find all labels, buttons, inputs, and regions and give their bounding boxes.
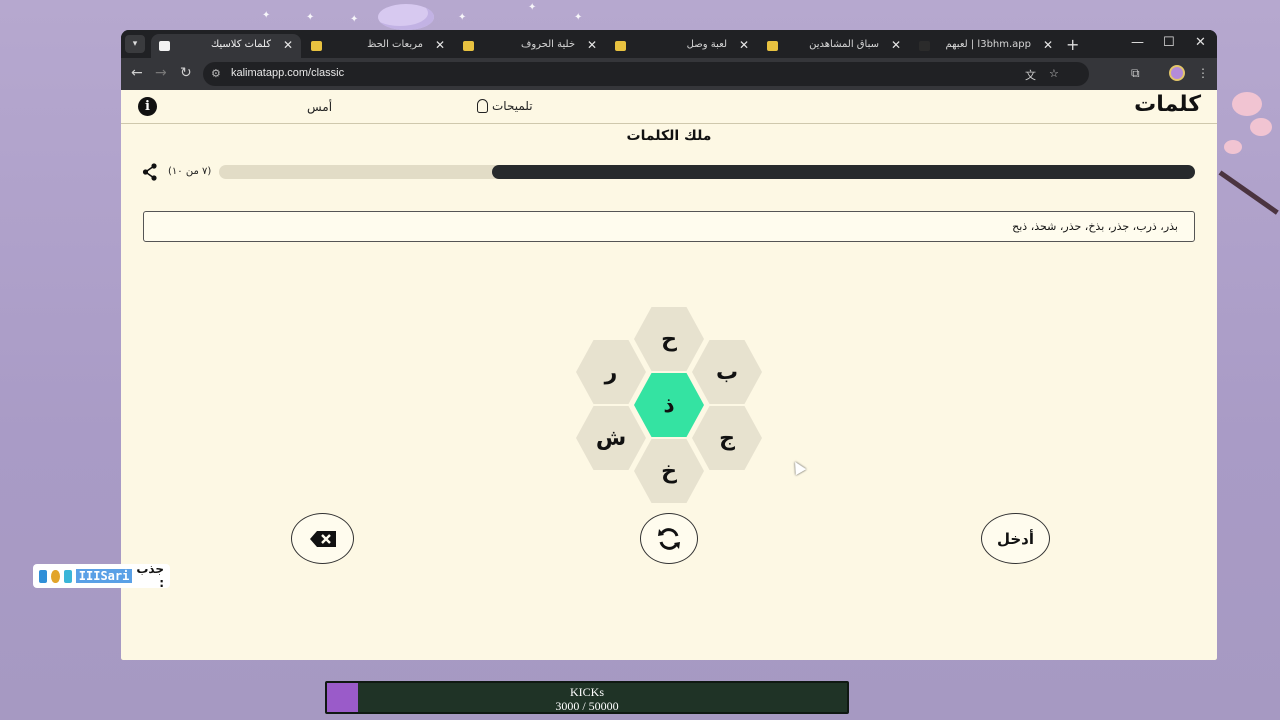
tab-label: سباق المشاهدين: [809, 39, 879, 50]
address-bar[interactable]: ⚙ kalimatapp.com/classic 文 ☆: [203, 62, 1089, 86]
tab-label: l3bhm.app | لعبهم: [945, 39, 1031, 50]
coin-icon: [51, 569, 60, 583]
letter-hex-upper-right[interactable]: ب: [692, 340, 762, 404]
tab-label: مربعات الحظ: [367, 39, 423, 50]
close-window-icon[interactable]: ✕: [1195, 35, 1206, 50]
attract-badge: جذب : IIISari: [33, 562, 170, 590]
letter: ذ: [663, 392, 675, 418]
reload-icon[interactable]: ↻: [180, 65, 192, 81]
star-decoration: ✦: [528, 2, 537, 13]
tab-favicon-icon: [615, 41, 626, 51]
letter-hex-bottom[interactable]: خ: [634, 439, 704, 503]
tab-l3bhm[interactable]: l3bhm.app | لعبهم ✕: [911, 34, 1061, 58]
app-header: كلمات تلميحات أمس i: [121, 90, 1217, 124]
blossom-decoration: [1232, 92, 1262, 116]
branch-decoration: [1218, 170, 1279, 215]
badge-icon: [38, 569, 48, 583]
tab-search-button[interactable]: ▾: [125, 35, 145, 53]
tab-label: كلمات كلاسيك: [210, 39, 271, 50]
back-icon[interactable]: ←: [131, 65, 143, 81]
delete-button[interactable]: [291, 513, 354, 564]
lightbulb-icon: [477, 99, 488, 113]
translate-icon[interactable]: 文: [1025, 67, 1036, 83]
minimize-icon[interactable]: —: [1131, 35, 1144, 50]
shuffle-button[interactable]: [640, 513, 698, 564]
forward-icon[interactable]: →: [155, 65, 167, 81]
browser-toolbar: ← → ↻ ⚙ kalimatapp.com/classic 文 ☆ ⧉ ⋮: [121, 58, 1217, 90]
close-tab-icon[interactable]: ✕: [435, 38, 445, 52]
yesterday-button[interactable]: أمس: [307, 100, 332, 114]
letter-hex-upper-left[interactable]: ر: [576, 340, 646, 404]
badge-label: جذب :: [136, 562, 164, 590]
planet-decoration: [378, 4, 434, 30]
tab-viewers-race[interactable]: سباق المشاهدين ✕: [759, 34, 909, 58]
letter-hex-center[interactable]: ذ: [634, 373, 704, 437]
progress-count: (٧ من ١٠): [168, 166, 212, 177]
profile-avatar[interactable]: [1169, 65, 1185, 81]
close-tab-icon[interactable]: ✕: [891, 38, 901, 52]
found-words-text: بذر، ذرب، جذر، بذخ، حذر، شحذ، ذبح: [1012, 220, 1178, 233]
tab-letters-cell[interactable]: خلية الحروف ✕: [455, 34, 605, 58]
page-content: كلمات تلميحات أمس i ملك الكلمات (٧ من ١٠…: [121, 90, 1217, 660]
rank-title: ملك الكلمات: [626, 128, 712, 144]
browser-menu-icon[interactable]: ⋮: [1197, 66, 1209, 80]
new-tab-icon[interactable]: +: [1066, 35, 1079, 54]
maximize-icon[interactable]: ☐: [1163, 35, 1175, 50]
info-icon[interactable]: i: [138, 97, 157, 116]
tab-strip: ▾ كلمات كلاسيك ✕ مربعات الحظ ✕ خلية الحر…: [121, 30, 1217, 58]
star-decoration: ✦: [458, 12, 467, 23]
tab-favicon-icon: [919, 41, 930, 51]
found-words-box[interactable]: بذر، ذرب، جذر، بذخ، حذر، شحذ، ذبح: [143, 211, 1195, 242]
backspace-icon: [309, 530, 336, 547]
hints-button[interactable]: تلميحات: [477, 99, 533, 113]
tab-favicon-icon: [463, 41, 474, 51]
tab-kalimat-classic[interactable]: كلمات كلاسيك ✕: [151, 34, 301, 58]
app-logo[interactable]: كلمات: [1134, 92, 1201, 117]
badge-icon: [63, 569, 72, 583]
kicks-goal-bar: KICKs 3000 / 50000: [325, 681, 849, 714]
tab-favicon-icon: [767, 41, 778, 51]
progress-bar-fill: [492, 165, 1195, 179]
share-icon[interactable]: [142, 163, 158, 181]
star-decoration: ✦: [574, 12, 583, 23]
star-decoration: ✦: [262, 10, 271, 21]
tab-favicon-icon: [311, 41, 322, 51]
site-info-icon[interactable]: ⚙: [211, 67, 221, 80]
letter: ج: [719, 425, 735, 451]
tab-label: خلية الحروف: [520, 39, 575, 50]
letter: ب: [715, 359, 739, 385]
tab-label: لعبة وصل: [686, 39, 727, 50]
close-tab-icon[interactable]: ✕: [739, 38, 749, 52]
kicks-value: 3000 / 50000: [555, 699, 619, 713]
letter-hex-lower-right[interactable]: ج: [692, 406, 762, 470]
browser-window: ▾ كلمات كلاسيك ✕ مربعات الحظ ✕ خلية الحر…: [121, 30, 1217, 660]
refresh-icon: [658, 527, 680, 550]
letter: ح: [661, 326, 677, 352]
blossom-decoration: [1250, 118, 1272, 136]
tab-favicon-icon: [159, 41, 170, 51]
enter-button[interactable]: أدخل: [981, 513, 1050, 564]
extensions-icon[interactable]: ⧉: [1131, 66, 1140, 81]
letter: ش: [595, 425, 627, 451]
letter-hex-top[interactable]: ح: [634, 307, 704, 371]
letter: خ: [661, 458, 677, 484]
close-tab-icon[interactable]: ✕: [283, 38, 293, 52]
url-text[interactable]: kalimatapp.com/classic: [231, 67, 344, 79]
tab-connect-game[interactable]: لعبة وصل ✕: [607, 34, 757, 58]
star-decoration: ✦: [306, 12, 315, 23]
enter-label: أدخل: [996, 529, 1035, 548]
letter: ر: [604, 359, 618, 385]
kicks-title: KICKs: [569, 685, 604, 699]
close-tab-icon[interactable]: ✕: [1043, 38, 1053, 52]
hints-label: تلميحات: [492, 99, 533, 113]
tab-lucky-squares[interactable]: مربعات الحظ ✕: [303, 34, 453, 58]
badge-username: IIISari: [75, 569, 133, 583]
star-decoration: ✦: [350, 14, 359, 25]
progress-bar: [219, 165, 1195, 179]
blossom-decoration: [1224, 140, 1242, 154]
close-tab-icon[interactable]: ✕: [587, 38, 597, 52]
bookmark-star-icon[interactable]: ☆: [1049, 67, 1059, 80]
letter-hex-lower-left[interactable]: ش: [576, 406, 646, 470]
